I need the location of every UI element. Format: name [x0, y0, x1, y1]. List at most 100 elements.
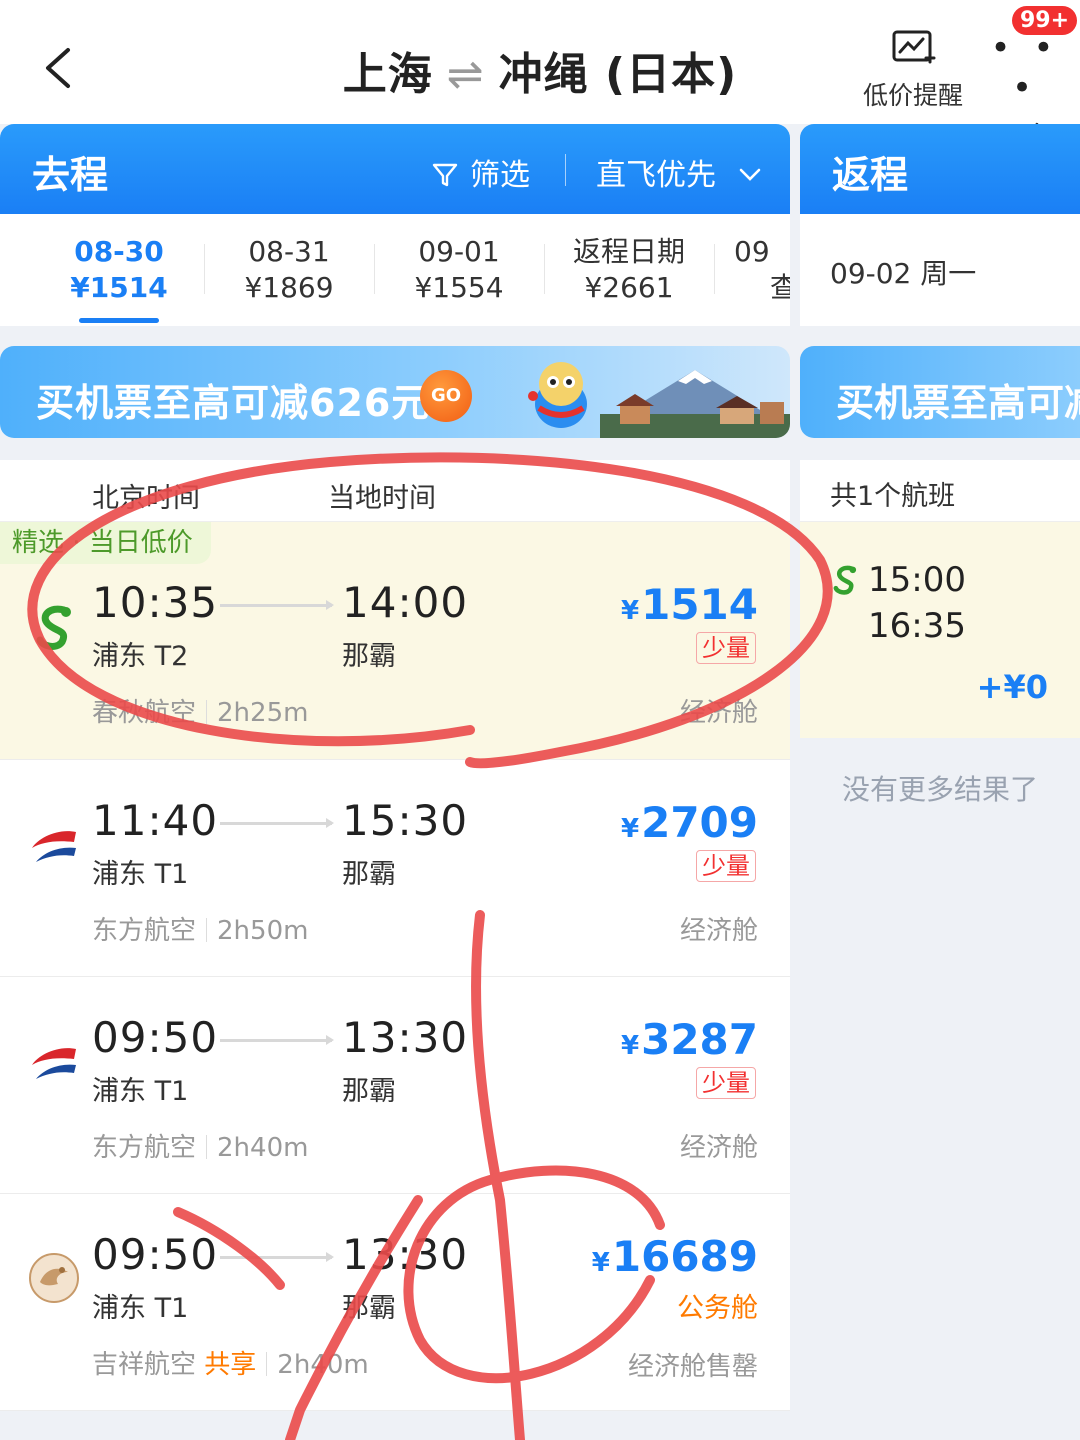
chevron-down-icon: [739, 168, 760, 181]
date-label: 09: [734, 235, 770, 268]
flight-price: ¥3287: [621, 1015, 758, 1064]
notification-badge: 99+: [1012, 6, 1078, 35]
departure-time: 10:35: [92, 578, 219, 627]
more-dots-icon: • • •: [990, 28, 1060, 108]
price-value: 16689: [611, 1232, 758, 1281]
no-more-results: 没有更多结果了: [841, 773, 1038, 806]
arrival-airport: 那霸: [342, 1076, 396, 1107]
filter-label: 筛选: [470, 158, 530, 193]
low-stock-badge: 少量: [696, 1067, 756, 1099]
airline-name: 春秋航空: [92, 698, 197, 728]
arrival-time: 13:30: [342, 1230, 469, 1279]
return-tab-bar: 返程: [800, 124, 1080, 214]
return-promo-banner[interactable]: 买机票至高可减: [800, 346, 1080, 438]
currency-symbol: ¥: [591, 1248, 610, 1278]
date-tab-0831[interactable]: 08-31 ¥1869: [204, 234, 374, 306]
flight-meta: 东方航空 2h40m: [92, 1127, 308, 1164]
date-price: ¥2661: [584, 271, 674, 304]
date-price: ¥1869: [244, 271, 334, 304]
meta-separator: [206, 700, 208, 724]
business-class-tag: 公务舱: [677, 1293, 758, 1324]
flight-path-line: [220, 1035, 334, 1045]
codeshare-tag: 共享: [204, 1350, 257, 1380]
return-date-label: 09-02 周一: [830, 257, 977, 290]
funnel-icon: [432, 163, 458, 187]
juneyao-logo-icon: [29, 1253, 79, 1303]
return-tab-title[interactable]: 返程: [832, 144, 908, 199]
destination-city: 冲绳 (日本): [498, 49, 738, 100]
flight-path-line: [220, 1252, 334, 1262]
beijing-time-header: 北京时间: [92, 483, 200, 514]
return-price-diff: +¥0: [976, 668, 1048, 706]
flight-count-label: 共1个航班: [830, 481, 956, 512]
low-stock-badge: 少量: [696, 850, 756, 882]
flight-card[interactable]: 精选 · 当日低价 10:35 14:00 浦东 T2 那霸 ¥1514 少量 …: [0, 522, 790, 760]
currency-symbol: ¥: [621, 1031, 640, 1061]
departure-airport: 浦东 T1: [92, 1293, 189, 1324]
cabin-class: 经济舱: [679, 916, 758, 946]
sort-dropdown[interactable]: 直飞优先: [596, 150, 762, 194]
outbound-tab-title[interactable]: 去程: [32, 144, 108, 199]
date-tab-09-partial[interactable]: 09 查: [734, 234, 790, 306]
promo-text: 买机票至高可减626元: [36, 381, 431, 425]
sort-label: 直飞优先: [596, 158, 716, 193]
date-tab-0901[interactable]: 09-01 ¥1554: [374, 234, 544, 306]
date-tab-return-date[interactable]: 返程日期 ¥2661: [544, 234, 714, 306]
return-flight-card[interactable]: 15:00 16:35 +¥0: [800, 522, 1080, 738]
flight-path-line: [220, 600, 334, 610]
date-price: ¥1554: [414, 271, 504, 304]
filter-button[interactable]: 筛选: [432, 150, 530, 194]
cabin-class: 经济舱售罄: [627, 1352, 758, 1382]
flight-card[interactable]: 09:50 13:30 浦东 T1 那霸 ¥3287 少量 东方航空 2h40m …: [0, 977, 790, 1194]
return-promo-text: 买机票至高可减: [836, 381, 1080, 425]
local-time-header: 当地时间: [328, 483, 436, 514]
arrival-time: 14:00: [342, 578, 469, 627]
airline-name: 东方航空: [92, 1133, 197, 1163]
outbound-tab-bar: 去程 筛选 直飞优先: [0, 124, 790, 214]
flight-duration: 2h50m: [217, 916, 309, 946]
flight-price: ¥2709: [621, 798, 758, 847]
return-panel: 返程 09-02 周一 买机票至高可减 共1个航班 15:00 16:35 +¥…: [800, 124, 1080, 1440]
date-label: 09-01: [418, 235, 500, 268]
price-value: 1514: [641, 580, 758, 629]
return-arrival-time: 16:35: [868, 606, 966, 646]
date-separator: [714, 244, 715, 294]
outbound-panel: 去程 筛选 直飞优先 08-30 ¥1514 08-31 ¥1869 09-01: [0, 124, 790, 1440]
price-alert-button[interactable]: 低价提醒: [858, 28, 968, 112]
flight-meta: 东方航空 2h50m: [92, 910, 308, 947]
promo-banner[interactable]: 买机票至高可减626元 GO: [0, 346, 790, 438]
return-date-selector[interactable]: 09-02 周一: [800, 214, 1080, 326]
list-header: 北京时间 当地时间: [0, 460, 790, 522]
arrival-airport: 那霸: [342, 1293, 396, 1324]
departure-airport: 浦东 T2: [92, 641, 189, 672]
date-tab-0830[interactable]: 08-30 ¥1514: [34, 234, 204, 323]
flight-price: ¥16689: [592, 1232, 758, 1281]
meta-separator: [266, 1352, 268, 1376]
arrival-airport: 那霸: [342, 859, 396, 890]
price-alert-label: 低价提醒: [862, 81, 963, 110]
date-selector: 08-30 ¥1514 08-31 ¥1869 09-01 ¥1554 返程日期…: [0, 214, 790, 326]
price-value: 2709: [641, 798, 758, 847]
return-departure-time: 15:00: [868, 560, 966, 600]
date-label: 08-30: [74, 235, 164, 268]
origin-city: 上海: [342, 49, 433, 100]
meta-separator: [206, 918, 208, 942]
flight-meta: 吉祥航空 共享 2h40m: [92, 1344, 369, 1381]
cabin-class: 经济舱: [679, 1133, 758, 1163]
flight-duration: 2h25m: [217, 698, 309, 728]
meta-separator: [206, 1135, 208, 1159]
flight-card[interactable]: 11:40 15:30 浦东 T1 那霸 ¥2709 少量 东方航空 2h50m …: [0, 760, 790, 977]
swap-icon[interactable]: ⇌: [447, 49, 485, 100]
go-button-icon: GO: [420, 370, 472, 422]
mascot-icon: [528, 362, 587, 428]
active-date-indicator: [79, 318, 159, 323]
flight-price: ¥1514: [621, 580, 758, 629]
currency-symbol: ¥: [621, 814, 640, 844]
spring-airlines-logo-icon: [36, 605, 71, 650]
departure-time: 11:40: [92, 796, 219, 845]
low-stock-badge: 少量: [696, 632, 756, 664]
airline-name: 东方航空: [92, 916, 197, 946]
china-eastern-logo-icon: [32, 1048, 76, 1079]
spring-airlines-logo-icon: [833, 565, 857, 595]
flight-card[interactable]: 09:50 13:30 浦东 T1 那霸 ¥16689 公务舱 吉祥航空 共享 2…: [0, 1194, 790, 1411]
